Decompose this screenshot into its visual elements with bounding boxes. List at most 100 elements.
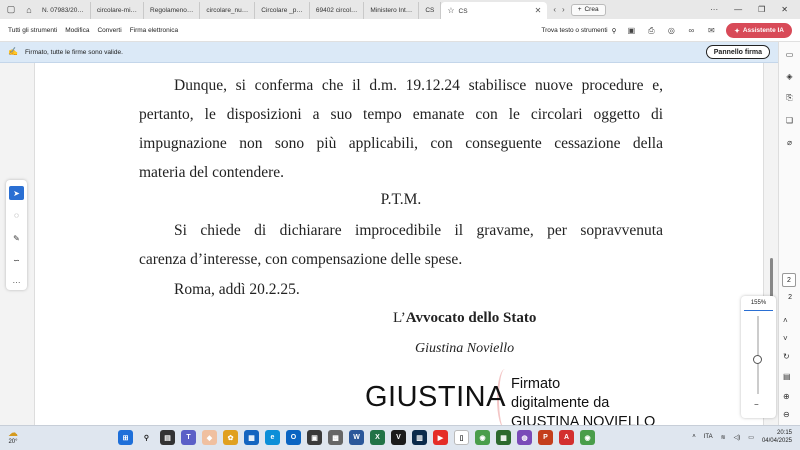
- app-icon[interactable]: ▦: [496, 430, 511, 445]
- star-icon[interactable]: ☆: [447, 6, 454, 15]
- more-icon[interactable]: ···: [710, 5, 718, 14]
- wifi-icon[interactable]: ≋: [721, 434, 726, 441]
- tab-3[interactable]: Regolameno…: [144, 2, 201, 19]
- youtube-icon[interactable]: ▶: [433, 430, 448, 445]
- stamp-line: digitalmente da: [511, 395, 610, 411]
- store-icon[interactable]: ▦: [244, 430, 259, 445]
- app-icon[interactable]: ▩: [328, 430, 343, 445]
- language-indicator[interactable]: ITA: [704, 434, 713, 440]
- app-icon[interactable]: V: [391, 430, 406, 445]
- search-icon[interactable]: ⚲: [139, 430, 154, 445]
- ptm-heading: P.T.M.: [380, 191, 422, 208]
- zoom-in-icon[interactable]: ⊕: [783, 392, 790, 401]
- comment-icon[interactable]: ◌: [9, 208, 24, 222]
- print-icon[interactable]: ⎙: [646, 26, 656, 36]
- app-icon[interactable]: ◆: [202, 430, 217, 445]
- windows-taskbar: ☁ 20° ⊞ ⚲ ▤ T ◆ ✿ ▦ e O ▣ ▩ W X V ▥ ▶ ▯ …: [0, 425, 800, 450]
- current-page-input[interactable]: 2: [782, 273, 796, 287]
- clock[interactable]: 20:15 04/04/2025: [762, 429, 792, 445]
- ai-assistant-button[interactable]: ✦ Assistente IA: [726, 23, 792, 38]
- window-menu-icon[interactable]: ▢: [4, 3, 18, 17]
- battery-icon[interactable]: ▭: [748, 434, 754, 441]
- start-icon[interactable]: ⊞: [118, 430, 133, 445]
- app-icon[interactable]: ◍: [517, 430, 532, 445]
- tab-2[interactable]: circolare-mi…: [91, 2, 145, 19]
- chrome-icon[interactable]: ◉: [580, 430, 595, 445]
- home-icon[interactable]: ⌂: [22, 3, 36, 17]
- zoom-search-icon[interactable]: ◎: [666, 26, 676, 36]
- tab-1[interactable]: N. 07983/20…: [36, 2, 91, 19]
- save-page-icon[interactable]: ▤: [783, 372, 791, 381]
- volume-icon[interactable]: ◁): [734, 434, 741, 441]
- digital-signature-text[interactable]: Firmato digitalmente da GIUSTINA NOVIELL…: [511, 375, 655, 425]
- menu-all-tools[interactable]: Tutti gli strumenti: [8, 27, 57, 34]
- tab-6[interactable]: 69402 circol…: [310, 2, 365, 19]
- pages-icon[interactable]: ❏: [784, 114, 796, 126]
- select-cursor-icon[interactable]: ➤: [9, 186, 24, 201]
- tab-7[interactable]: Ministero Int…: [364, 2, 420, 19]
- powerpoint-icon[interactable]: P: [538, 430, 553, 445]
- teams-icon[interactable]: T: [181, 430, 196, 445]
- chrome-icon[interactable]: ◉: [475, 430, 490, 445]
- time: 20:15: [776, 430, 792, 436]
- link-icon[interactable]: ∞: [686, 26, 696, 36]
- comments-panel-icon[interactable]: ▭: [784, 48, 796, 60]
- task-view-icon[interactable]: ▤: [160, 430, 175, 445]
- digital-signature-name[interactable]: GIUSTINA: [365, 381, 506, 414]
- document-viewport[interactable]: Dunque, si conferma che il d.m. 19.12.24…: [0, 63, 778, 425]
- chevron-right-icon[interactable]: ›: [562, 5, 565, 14]
- tab-label: circolare_nu…: [206, 7, 249, 14]
- signatory-role: Avvocato dello Stato: [405, 310, 537, 326]
- edge-icon[interactable]: e: [265, 430, 280, 445]
- menu-convert[interactable]: Converti: [97, 27, 121, 34]
- rotate-icon[interactable]: ↻: [783, 352, 790, 361]
- ai-assistant-label: Assistente IA: [742, 27, 784, 34]
- menu-edit[interactable]: Modifica: [65, 27, 89, 34]
- save-icon[interactable]: ▣: [626, 26, 636, 36]
- app-icon[interactable]: ▣: [307, 430, 322, 445]
- tab-8[interactable]: CS: [419, 2, 442, 19]
- photos-icon[interactable]: ✿: [223, 430, 238, 445]
- tab-label: CS: [458, 8, 468, 15]
- tab-active[interactable]: ☆ CS ✕: [441, 2, 548, 19]
- restore-icon[interactable]: ❐: [758, 5, 765, 14]
- signature-panel-button[interactable]: Pannello firma: [705, 45, 770, 59]
- create-button[interactable]: + Crea: [570, 3, 606, 16]
- weather-widget[interactable]: ☁ 20°: [8, 429, 18, 446]
- word-icon[interactable]: W: [349, 430, 364, 445]
- outlook-icon[interactable]: O: [286, 430, 301, 445]
- file-icon[interactable]: ▯: [454, 430, 469, 445]
- zoom-value[interactable]: 155%: [744, 300, 773, 311]
- date: 04/04/2025: [761, 438, 792, 444]
- paragraph-2: Si chiede di dichiarare improcedibile il…: [139, 216, 663, 274]
- text-line: materia del contendere.: [139, 164, 285, 181]
- chevron-up-icon[interactable]: ˄: [692, 434, 696, 440]
- text-line: impugnazione non sono più applicabili, c…: [139, 135, 663, 152]
- minimize-icon[interactable]: —: [734, 5, 742, 14]
- app-icon[interactable]: ▥: [412, 430, 427, 445]
- excel-icon[interactable]: X: [370, 430, 385, 445]
- right-sidebar: ▭ ◈ ⎘ ❏ ⌀: [778, 42, 800, 425]
- lasso-icon[interactable]: ∽: [9, 253, 24, 267]
- chevron-down-icon[interactable]: ˅: [783, 334, 788, 343]
- chevron-left-icon[interactable]: ‹: [553, 5, 556, 14]
- find-text-or-tools[interactable]: Trova testo o strumenti ⚲: [541, 27, 616, 35]
- mail-icon[interactable]: ✉: [706, 26, 716, 36]
- tab-4[interactable]: circolare_nu…: [200, 2, 256, 19]
- attachment-icon[interactable]: ⌀: [784, 136, 796, 148]
- browser-tab-bar: ▢ ⌂ N. 07983/20… circolare-mi… Regolamen…: [0, 0, 800, 19]
- chevron-up-icon[interactable]: ˄: [783, 316, 788, 325]
- bookmark-icon[interactable]: ⎘: [784, 92, 796, 104]
- tab-5[interactable]: Circolare _p…: [255, 2, 310, 19]
- zoom-slider-handle[interactable]: [753, 354, 762, 364]
- menu-e-sign[interactable]: Firma elettronica: [130, 27, 178, 34]
- ai-summary-icon[interactable]: ◈: [784, 70, 796, 82]
- zoom-out-icon[interactable]: ⊖: [783, 410, 790, 419]
- highlight-pen-icon[interactable]: ✎: [9, 231, 24, 245]
- more-tools-icon[interactable]: ···: [9, 276, 24, 290]
- close-tab-icon[interactable]: ✕: [535, 6, 542, 15]
- acrobat-icon[interactable]: A: [559, 430, 574, 445]
- close-window-icon[interactable]: ✕: [781, 5, 788, 14]
- signature-notification-bar: ✍ Firmato, tutte le firme sono valide. P…: [0, 42, 778, 63]
- minus-icon[interactable]: −: [754, 400, 759, 409]
